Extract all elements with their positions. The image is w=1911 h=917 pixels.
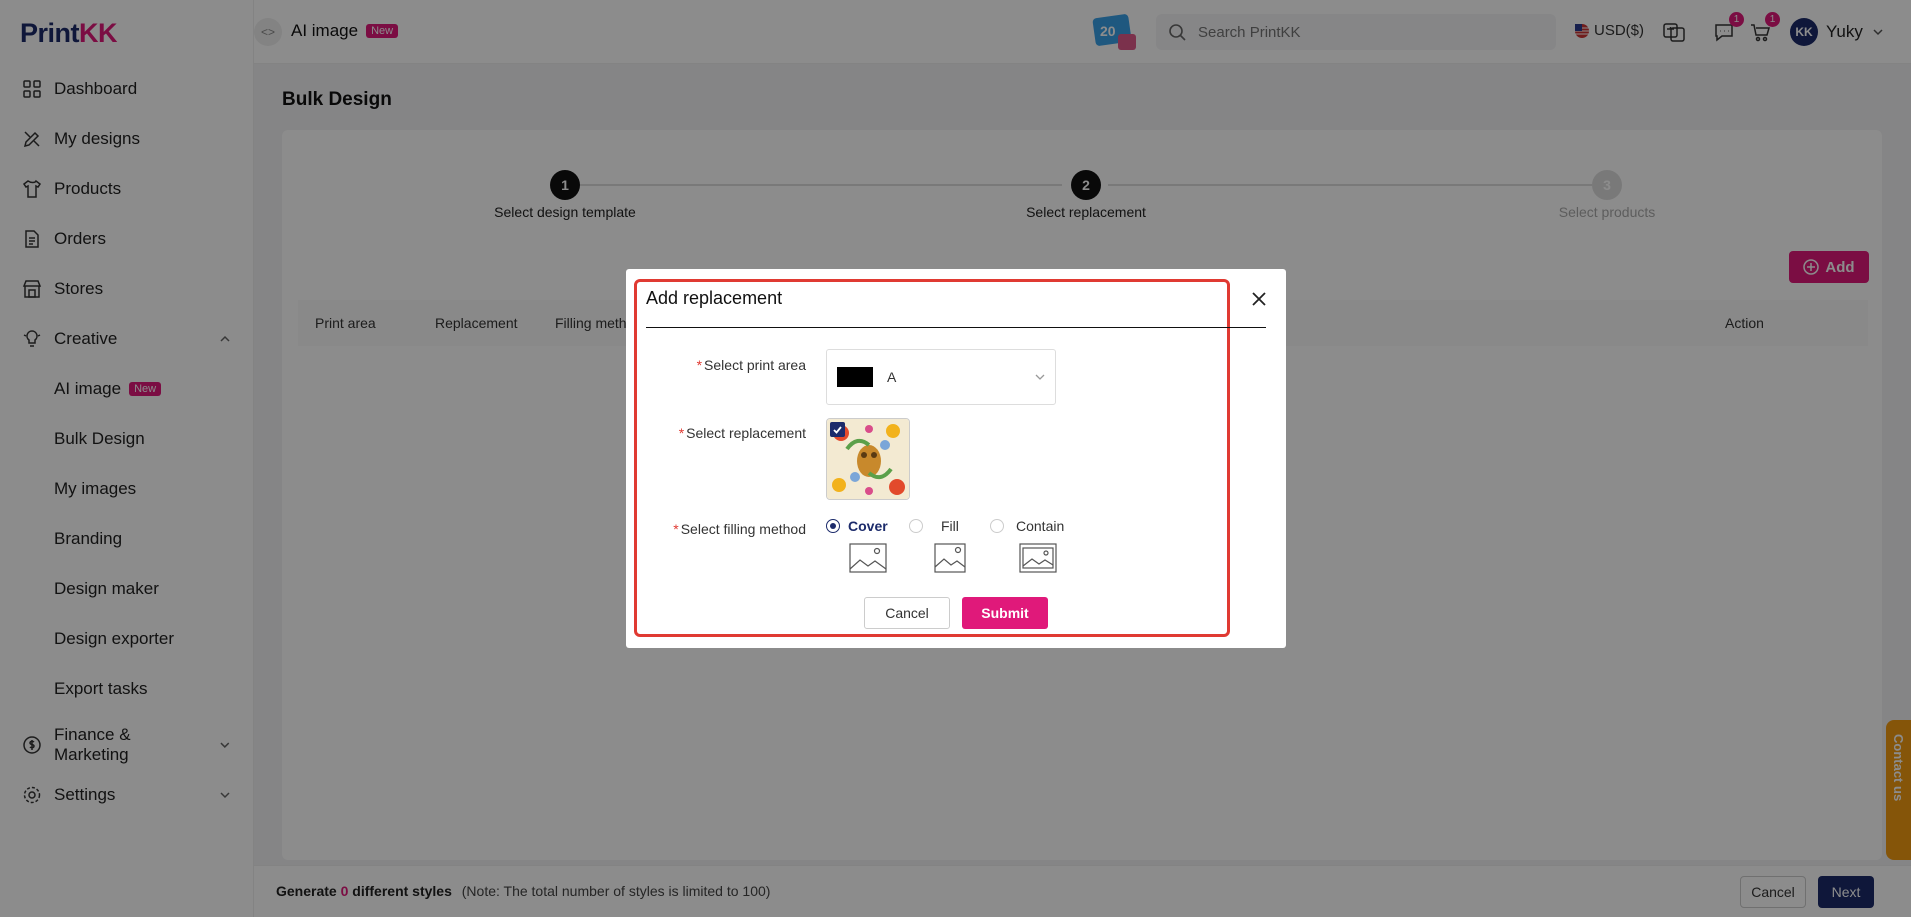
print-area-select[interactable]: A [826, 349, 1056, 405]
dialog-divider [646, 327, 1266, 328]
print-area-label: * Select print area [696, 357, 806, 373]
filling-option-label: Contain [1016, 518, 1065, 534]
radio-unchecked-icon[interactable] [909, 519, 923, 533]
contain-mode-icon [1019, 543, 1057, 573]
filling-option-label: Cover [848, 518, 888, 534]
filling-method-label-text: Select filling method [680, 521, 806, 537]
print-area-value: A [887, 369, 897, 385]
filling-option-contain[interactable]: Contain [990, 518, 1064, 534]
close-icon[interactable] [1248, 288, 1270, 310]
radio-unchecked-icon[interactable] [990, 519, 1004, 533]
filling-method-label: * Select filling method [673, 521, 806, 537]
checkbox-checked-icon[interactable] [830, 422, 845, 437]
highlight-box [634, 279, 1230, 637]
dialog-cancel-button[interactable]: Cancel [864, 597, 950, 629]
radio-checked-icon[interactable] [826, 519, 840, 533]
filling-option-label: Fill [941, 518, 959, 534]
print-area-label-text: Select print area [704, 357, 806, 373]
dialog-title: Add replacement [646, 288, 783, 308]
print-area-swatch [837, 367, 873, 387]
chevron-down-icon [1035, 374, 1045, 380]
submit-button[interactable]: Submit [962, 597, 1048, 629]
filling-option-cover[interactable]: Cover [826, 518, 888, 534]
replacement-label: * Select replacement [678, 425, 806, 441]
cover-mode-icon [849, 543, 887, 573]
replacement-label-text: Select replacement [686, 425, 806, 441]
filling-option-fill[interactable]: Fill [909, 518, 959, 534]
fill-mode-icon [934, 543, 966, 573]
